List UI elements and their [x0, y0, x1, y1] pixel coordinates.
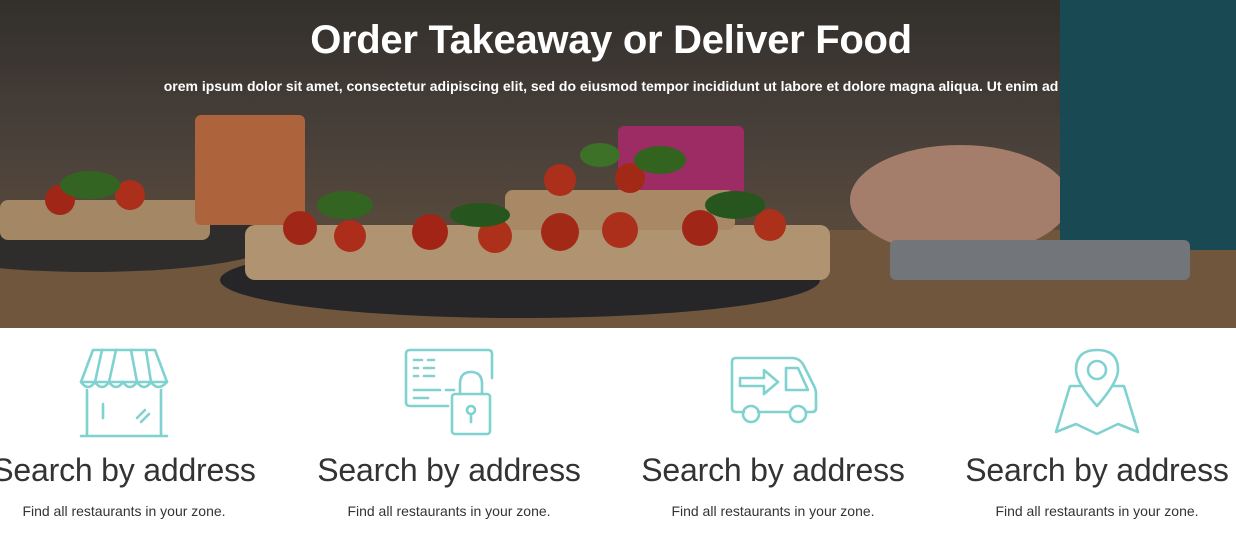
feature-card: Search by address Find all restaurants i…	[287, 340, 611, 519]
storefront-icon	[79, 348, 169, 438]
feature-title: Search by address	[0, 452, 256, 488]
feature-title: Search by address	[641, 452, 905, 488]
hero-banner: Order Takeaway or Deliver Food orem ipsu…	[0, 0, 1236, 328]
delivery-van-icon	[730, 356, 818, 424]
feature-card: Search by address Find all restaurants i…	[935, 340, 1236, 519]
feature-card: Search by address Find all restaurants i…	[0, 340, 286, 519]
feature-description: Find all restaurants in your zone.	[671, 503, 875, 519]
hero-title: Order Takeaway or Deliver Food	[310, 18, 912, 62]
card-lock-icon	[404, 348, 494, 436]
feature-description: Find all restaurants in your zone.	[22, 503, 226, 519]
feature-card: Search by address Find all restaurants i…	[611, 340, 935, 519]
feature-title: Search by address	[965, 452, 1229, 488]
map-pin-icon	[1054, 348, 1140, 436]
feature-title: Search by address	[317, 452, 581, 488]
feature-description: Find all restaurants in your zone.	[347, 503, 551, 519]
feature-description: Find all restaurants in your zone.	[995, 503, 1199, 519]
hero-subtitle: orem ipsum dolor sit amet, consectetur a…	[163, 78, 1059, 94]
